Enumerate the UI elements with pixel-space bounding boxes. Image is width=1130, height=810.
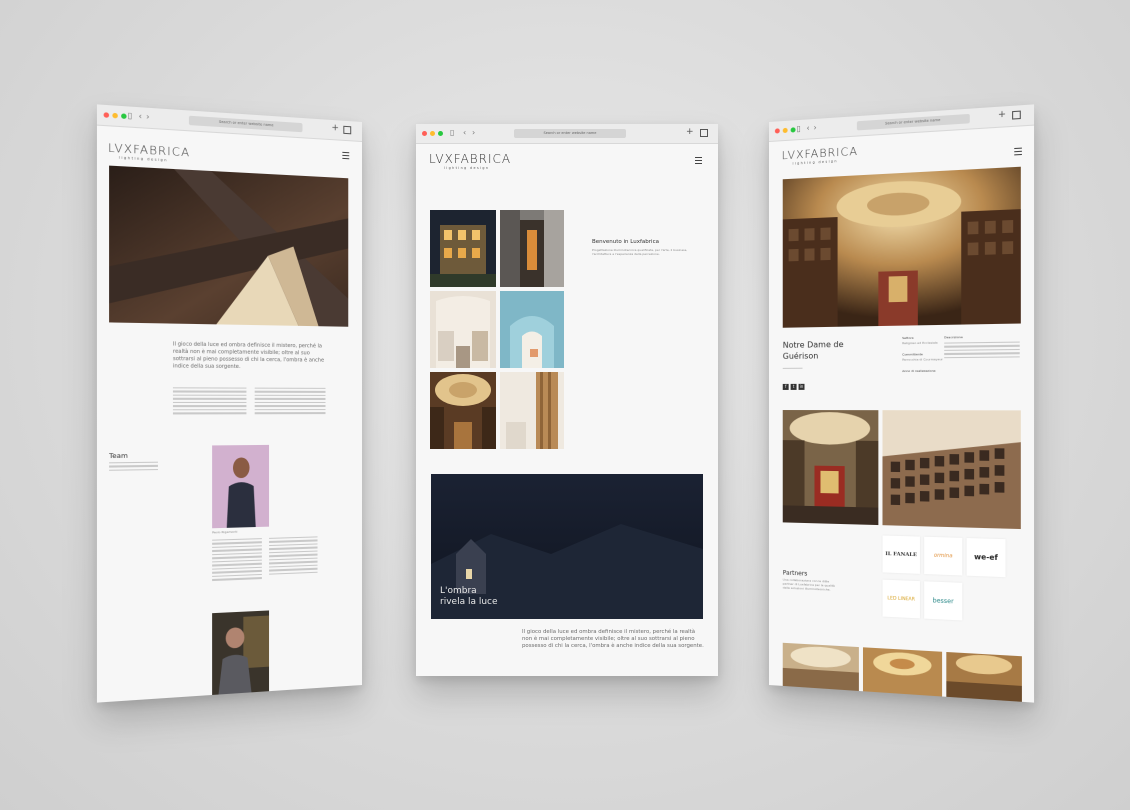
project-title-line1: Notre Dame de [782,339,844,350]
back-icon[interactable]: ‹ [463,128,466,137]
partner-logo-il-fanale[interactable]: IL FANALE [882,535,920,574]
gallery-photo-wood-hall[interactable] [500,372,564,449]
new-tab-icon[interactable]: + [998,109,1006,120]
partners-heading: Partners [782,569,808,578]
team-member-caption: Paolo Rigamonti [212,529,238,535]
gallery-photo-blue-curve[interactable] [500,291,564,368]
team-intro [109,461,158,474]
meta-sector-value: Religioso ed Ecclesiale [902,340,938,346]
window-controls [422,131,443,136]
menu-icon[interactable] [695,157,702,164]
address-bar[interactable]: Search or enter website name [188,115,303,133]
forward-icon[interactable]: › [472,128,475,137]
meta-year-label: Anno di realizzazione [902,368,936,374]
window-controls [774,127,796,134]
twitter-icon[interactable]: t [790,383,797,390]
partner-logo-we-ef[interactable]: we-ef [966,537,1006,578]
address-bar[interactable]: Search or enter website name [514,129,626,138]
sidebar-icon[interactable]: ▯ [450,128,454,137]
mockup-home-page: ▯ ‹ › Search or enter website name + LVX… [416,124,718,676]
browser-toolbar: ▯ ‹ › Search or enter website name + [769,104,1035,142]
meta-client-label: Committente [902,352,923,357]
back-icon[interactable]: ‹ [806,123,809,132]
browser-toolbar: ▯ ‹ › Search or enter website name + [96,104,362,142]
brand-logo[interactable]: LVXFABRICA [429,152,511,166]
browser-toolbar: ▯ ‹ › Search or enter website name + [416,124,718,144]
close-dot[interactable] [103,112,110,118]
maximize-dot[interactable] [438,131,443,136]
address-bar[interactable]: Search or enter website name [856,113,970,131]
partner-logo-led-linear[interactable]: LED LINEAR [882,579,920,619]
welcome-title: Benvenuto in Luxfabrica [592,239,659,245]
meta-sector-label: Settore [902,335,914,341]
mockup-project-page: ▯ ‹ › Search or enter website name + LVX… [769,104,1035,703]
close-dot[interactable] [774,128,780,134]
new-tab-icon[interactable]: + [686,127,694,137]
related-project-photo-1[interactable] [782,642,859,691]
meta-client-value: Parrocchia di Courmayeur [902,357,943,362]
gallery-photo-stone-wall[interactable] [500,210,564,287]
brand-tagline: lighting design [444,166,490,170]
minimize-dot[interactable] [112,112,118,119]
project-hero-church-interior [782,166,1021,328]
gallery-photo-shop-interior[interactable] [430,291,496,368]
project-title-line2: Guérison [782,351,819,361]
partner-logo-besser[interactable]: besser [924,581,963,621]
partner-logo-ormina[interactable]: ormina [924,536,963,576]
tabs-icon[interactable] [343,125,352,135]
mockup-about-page: ▯ ‹ › Search or enter website name + LVX… [96,104,362,703]
menu-icon[interactable] [342,151,350,160]
maximize-dot[interactable] [790,127,796,133]
team-heading: Team [109,451,128,461]
hero-beam-photo [109,165,349,327]
member-bio-col2 [269,536,318,577]
gallery-photo-church-ceiling[interactable] [430,372,496,449]
gallery-photo-facade-night[interactable] [430,210,496,287]
member-bio-col1 [212,538,262,583]
minimize-dot[interactable] [782,127,788,134]
back-icon[interactable]: ‹ [139,111,142,121]
forward-icon[interactable]: › [813,123,816,132]
tabs-icon[interactable] [700,129,708,137]
meta-description-text [944,341,1020,361]
linkedin-icon[interactable]: in [798,383,805,390]
sidebar-icon[interactable]: ▯ [797,124,801,133]
menu-icon[interactable] [1014,147,1022,156]
project-subtitle [782,367,803,372]
sidebar-icon[interactable]: ▯ [128,111,133,121]
maximize-dot[interactable] [121,113,127,120]
banner-line2: rivela la luce [440,597,498,607]
banner-line1: L'ombra [440,586,477,596]
tabs-icon[interactable] [1012,110,1021,120]
intro-text: Il gioco della luce ed ombra definisce i… [172,341,325,371]
project-photo-nave[interactable] [782,410,879,526]
meta-description-label: Descrizione [944,335,963,340]
team-member-photo-2[interactable] [212,610,270,697]
new-tab-icon[interactable]: + [331,123,338,134]
related-project-photo-3[interactable] [946,651,1022,702]
facebook-icon[interactable]: f [782,383,789,390]
team-member-photo[interactable] [212,444,270,529]
forward-icon[interactable]: › [146,112,149,122]
project-photo-votive-wall[interactable] [882,410,1021,530]
social-share: f t in [782,383,805,390]
related-project-photo-2[interactable] [862,647,943,697]
body-text-col2 [254,387,326,417]
minimize-dot[interactable] [430,131,435,136]
partners-text: Una collaborazione con le ditte partner … [782,577,835,593]
window-controls [103,112,127,120]
body-text-col1 [172,387,247,416]
welcome-text: Progettazione illuminotecnica qualificat… [592,248,688,257]
bottom-intro-text: Il gioco della luce ed ombra definisce i… [522,629,704,650]
close-dot[interactable] [422,131,427,136]
